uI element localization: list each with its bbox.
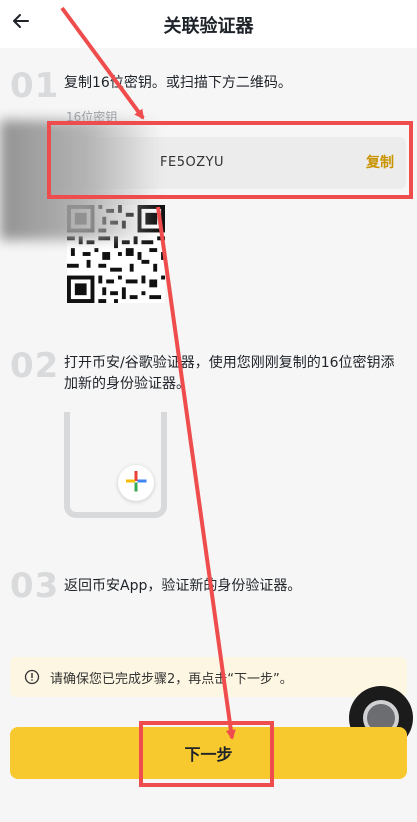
next-step-button[interactable]: 下一步 (10, 727, 407, 779)
screen: 关联验证器 01 复制16位密钥。或扫描下方二维码。 16位密钥 FE5OZYU… (0, 0, 417, 822)
page-title: 关联验证器 (163, 16, 254, 37)
phone-illustration (64, 412, 167, 518)
notice-text: 请确保您已完成步骤2，再点击“下一步”。 (50, 672, 293, 687)
plus-icon (125, 470, 147, 496)
copy-button[interactable]: 复制 (366, 152, 394, 172)
step-text-02: 打开币安/谷歌验证器，使用您刚刚复制的16位密钥添加新的身份验证器。 (64, 355, 395, 392)
step-text-01: 复制16位密钥。或扫描下方二维码。 (64, 75, 292, 91)
next-step-label: 下一步 (184, 745, 233, 764)
add-authenticator-illustration (118, 465, 154, 501)
header: 关联验证器 (0, 0, 417, 48)
privacy-blur (0, 120, 160, 240)
key-value: FE5OZYU (160, 155, 225, 170)
step-number-03: 03 (10, 566, 60, 606)
step-number-01: 01 (10, 66, 60, 106)
info-circle-icon (24, 669, 40, 685)
step-text-03: 返回币安App，验证新的身份验证器。 (64, 578, 302, 594)
step-number-02: 02 (10, 346, 60, 386)
notice-banner: 请确保您已完成步骤2，再点击“下一步”。 (10, 657, 407, 697)
